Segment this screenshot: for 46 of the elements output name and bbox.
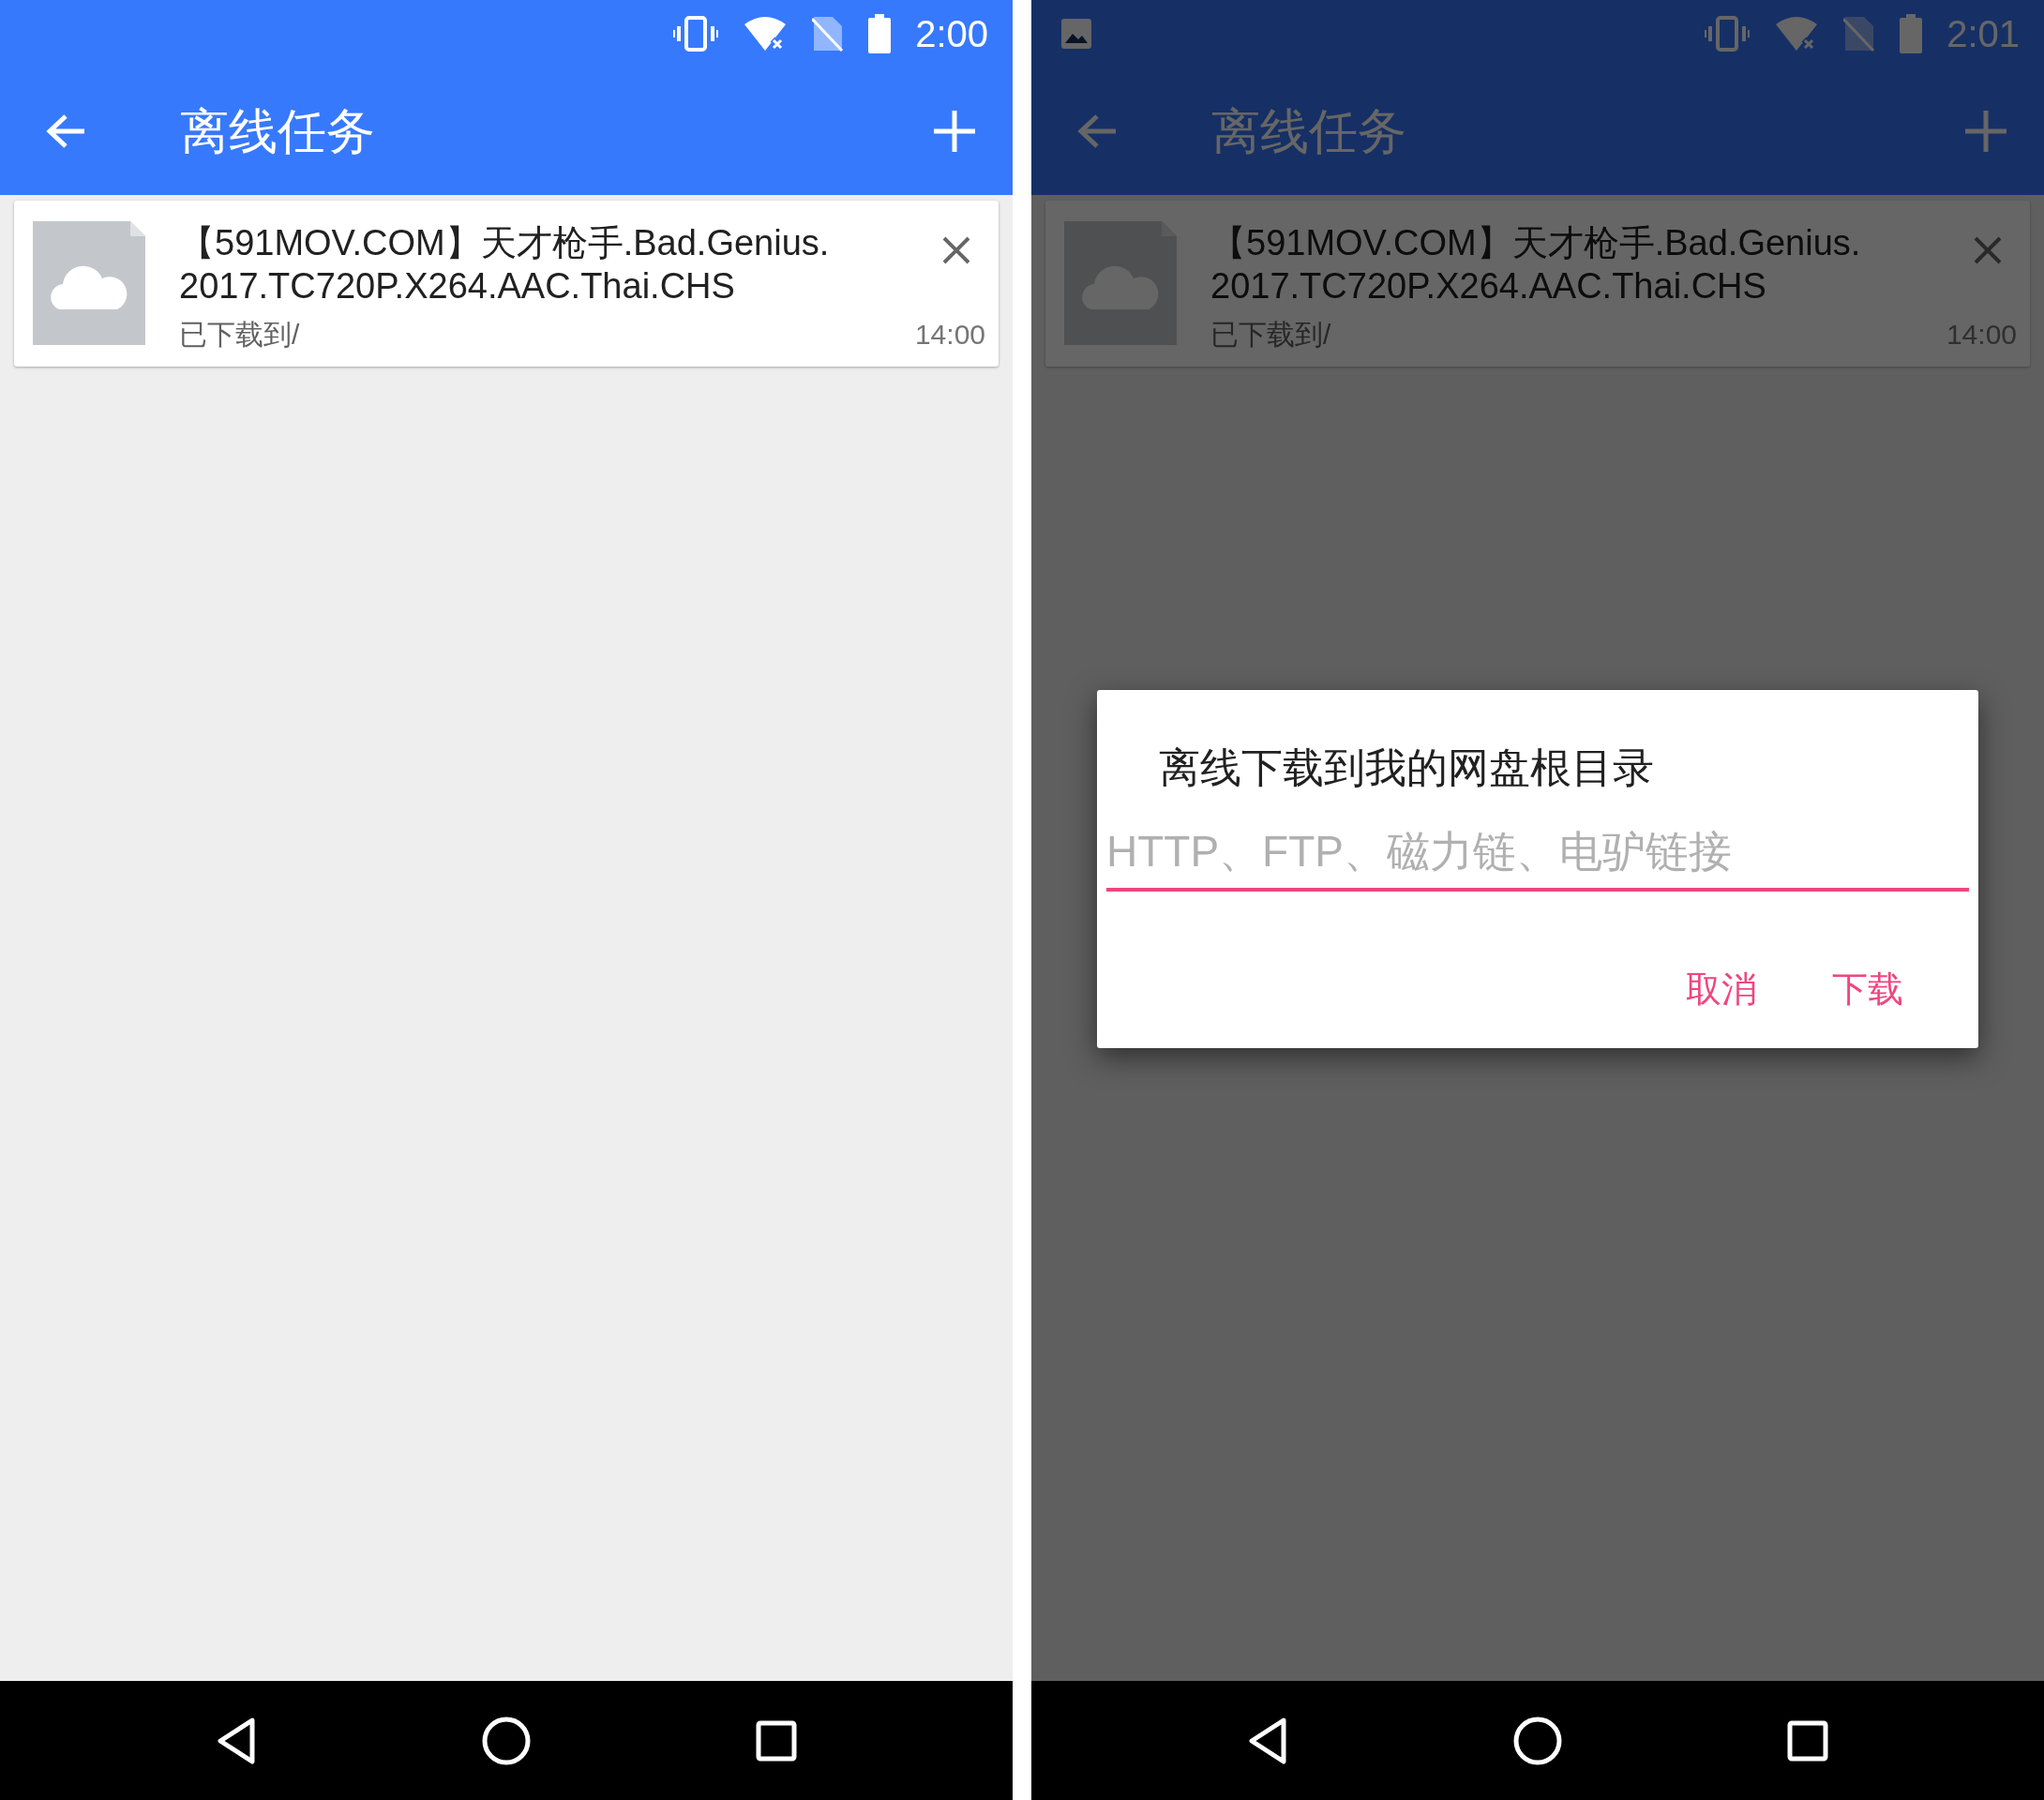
square-icon (1786, 1718, 1829, 1762)
dialog-button[interactable]: 下载 (1823, 959, 1913, 1020)
triangle-icon (215, 1716, 258, 1765)
cloud-file-icon (1064, 221, 1177, 345)
no-sim-icon (812, 15, 845, 52)
status-time: 2:01 (1946, 12, 2020, 56)
back-arrow-icon (1076, 112, 1118, 150)
home-button[interactable] (481, 1715, 532, 1766)
vibrate-icon (673, 15, 719, 52)
nav-back-button[interactable] (1246, 1716, 1289, 1765)
status-time: 2:00 (915, 12, 988, 56)
remove-button[interactable] (1974, 236, 2002, 264)
task-card[interactable]: 【591MOV.COM】天才枪手.Bad.Genius.2017.TC720P.X264.AAC.Thai.CHS 已下载到/ 14:00 (14, 201, 999, 367)
home-button[interactable] (1512, 1715, 1563, 1766)
task-status: 已下载到/ (1210, 318, 1332, 352)
recents-button[interactable] (755, 1718, 798, 1762)
plus-icon (934, 111, 975, 152)
task-time: 14:00 (914, 318, 985, 352)
dialog-title: 离线下载到我的网盘根目录 (1158, 743, 1655, 792)
cloud-file-icon (33, 221, 145, 345)
wifi-off-icon (1774, 15, 1820, 52)
url-input-field[interactable]: HTTP、FTP、磁力链、电驴链接 (1106, 819, 1969, 892)
battery-icon (1900, 14, 1923, 53)
nav-back-button[interactable] (215, 1716, 258, 1765)
wifi-off-icon (743, 15, 789, 52)
recents-button[interactable] (1786, 1718, 1829, 1762)
task-name: 【591MOV.COM】天才枪手.Bad.Genius.2017.TC720P.X264.AAC.Thai.CHS (179, 222, 831, 308)
battery-icon (868, 14, 892, 53)
close-icon (942, 236, 970, 264)
circle-icon (1512, 1715, 1563, 1766)
back-arrow-icon (45, 112, 86, 150)
toolbar-title: 离线任务 (180, 103, 376, 160)
square-icon (755, 1718, 798, 1762)
add-button[interactable] (934, 111, 975, 152)
close-icon (1974, 236, 2002, 264)
back-button[interactable] (45, 112, 86, 150)
plus-icon (1965, 111, 2006, 152)
toolbar-title: 离线任务 (1211, 103, 1407, 160)
vibrate-icon (1705, 15, 1751, 52)
no-sim-icon (1843, 15, 1876, 52)
task-name: 【591MOV.COM】天才枪手.Bad.Genius.2017.TC720P.X264.AAC.Thai.CHS (1210, 222, 1862, 308)
remove-button[interactable] (942, 236, 970, 264)
circle-icon (481, 1715, 532, 1766)
dialog-button[interactable]: 取消 (1676, 959, 1766, 1020)
task-status: 已下载到/ (179, 318, 301, 352)
triangle-icon (1246, 1716, 1289, 1765)
